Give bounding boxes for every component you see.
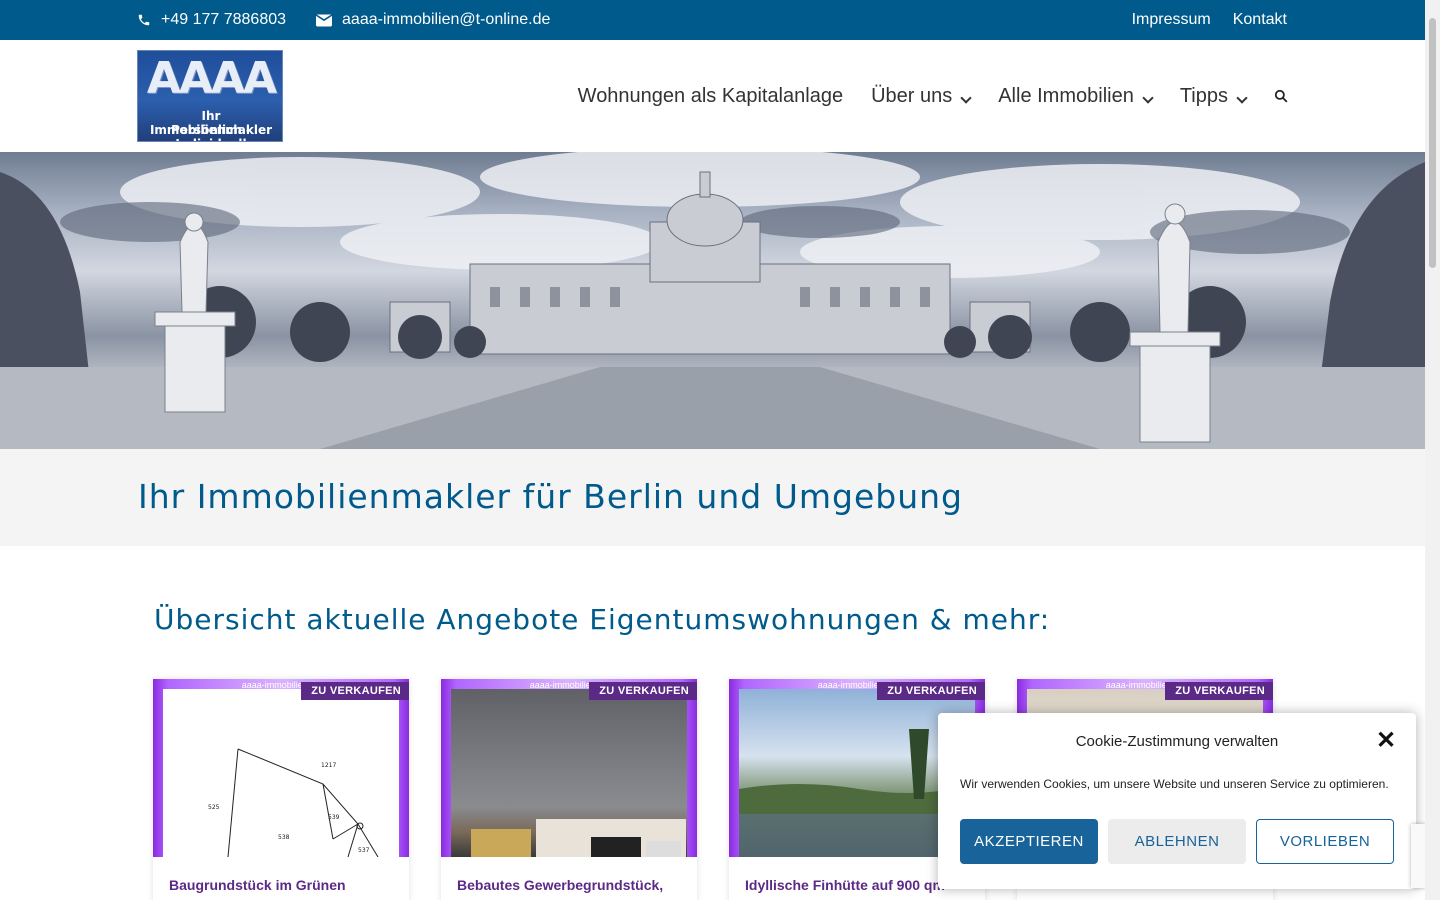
nav-item-kapitalanlage[interactable]: Wohnungen als Kapitalanlage — [578, 85, 843, 108]
property-card[interactable]: 525 538 1217 539 537 aaaa-immobilien.de ZU V… — [153, 679, 409, 900]
kontakt-link[interactable]: Kontakt — [1233, 11, 1287, 29]
nav-item-alle-immobilien[interactable]: Alle Immobilien — [998, 84, 1154, 108]
chevron-down-icon — [1142, 92, 1154, 104]
chevron-down-icon — [960, 92, 972, 104]
property-title[interactable]: Idyllische Finhütte auf 900 qm — [745, 874, 969, 896]
property-image[interactable]: 525 538 1217 539 537 aaaa-immobilien.de ZU V… — [153, 679, 409, 857]
nav-item-tipps[interactable]: Tipps — [1179, 84, 1248, 108]
email-address: aaaa-immobilien@t-online.de — [342, 11, 551, 28]
cookie-consent-dialog: Cookie-Zustimmung verwalten ✕ Wir verwen… — [938, 713, 1416, 889]
phone-icon — [138, 14, 150, 26]
nav-label: Wohnungen als Kapitalanlage — [577, 84, 844, 107]
svg-text:525: 525 — [208, 804, 220, 811]
property-title[interactable]: Baugrundstück im Grünen — [169, 874, 393, 896]
top-bar: +49 177 7886803 aaaa-immobilien@t-online… — [0, 0, 1425, 40]
property-image[interactable]: aaaa-immobilien.de ZU VERKAUFEN — [441, 679, 697, 857]
phone-number: +49 177 7886803 — [161, 11, 287, 28]
hero-image — [0, 152, 1425, 449]
email-link[interactable]: aaaa-immobilien@t-online.de — [316, 11, 550, 29]
svg-text:1217: 1217 — [321, 762, 336, 769]
svg-text:537: 537 — [358, 847, 370, 854]
nav-label: Über uns — [871, 84, 953, 107]
recaptcha-badge[interactable] — [1411, 824, 1425, 888]
impressum-link[interactable]: Impressum — [1132, 11, 1211, 29]
status-badge: ZU VERKAUFEN — [877, 682, 985, 700]
plot-map-image: 525 538 1217 539 537 — [208, 748, 379, 857]
svg-text:538: 538 — [278, 834, 290, 841]
status-badge: ZU VERKAUFEN — [301, 682, 409, 700]
status-badge: ZU VERKAUFEN — [589, 682, 697, 700]
preferences-button[interactable]: VORLIEBEN — [1256, 819, 1394, 864]
commercial-building-image — [471, 819, 686, 857]
property-title[interactable]: Bebautes Gewerbegrundstück, — [457, 874, 681, 896]
site-header: AAAA Ihr Immobilienmakler Persönlich - I… — [0, 40, 1425, 152]
nav-label: Tipps — [1179, 84, 1228, 107]
search-button[interactable] — [1274, 89, 1288, 103]
logo-wordmark: AAAA — [146, 53, 277, 104]
status-badge: ZU VERKAUFEN — [1165, 682, 1273, 700]
main-nav: Wohnungen als Kapitalanlage Über uns All… — [578, 40, 1288, 152]
cookie-text: Wir verwenden Cookies, um unsere Website… — [960, 777, 1389, 791]
phone-link[interactable]: +49 177 7886803 — [137, 11, 286, 29]
cookie-heading: Cookie-Zustimmung verwalten — [1075, 733, 1279, 750]
accept-button[interactable]: AKZEPTIEREN — [960, 819, 1098, 864]
top-links: Impressum Kontakt — [1132, 0, 1287, 40]
palace-illustration — [0, 152, 1425, 449]
nav-item-ueber-uns[interactable]: Über uns — [871, 84, 972, 108]
envelope-icon — [316, 14, 333, 26]
scrollbar-thumb[interactable] — [1429, 18, 1436, 268]
property-card[interactable]: aaaa-immobilien.de ZU VERKAUFEN Bebautes… — [441, 679, 697, 900]
search-icon — [1274, 89, 1288, 103]
site-logo[interactable]: AAAA Ihr Immobilienmakler Persönlich - I… — [137, 50, 283, 142]
logo-line-2: Persönlich - Individuell — [171, 123, 251, 141]
svg-text:539: 539 — [328, 814, 340, 821]
page-title-band: Ihr Immobilienmakler für Berlin und Umge… — [0, 449, 1425, 546]
chevron-down-icon — [1236, 92, 1248, 104]
deny-button[interactable]: ABLEHNEN — [1108, 819, 1246, 864]
close-icon[interactable]: ✕ — [1376, 729, 1396, 753]
section-subtitle: Übersicht aktuelle Angebote Eigentumswoh… — [154, 603, 1051, 636]
contact-info: +49 177 7886803 aaaa-immobilien@t-online… — [137, 0, 550, 40]
page-scrollbar[interactable] — [1425, 0, 1440, 900]
nav-label: Alle Immobilien — [998, 84, 1134, 107]
page-title: Ihr Immobilienmakler für Berlin und Umge… — [138, 477, 963, 516]
